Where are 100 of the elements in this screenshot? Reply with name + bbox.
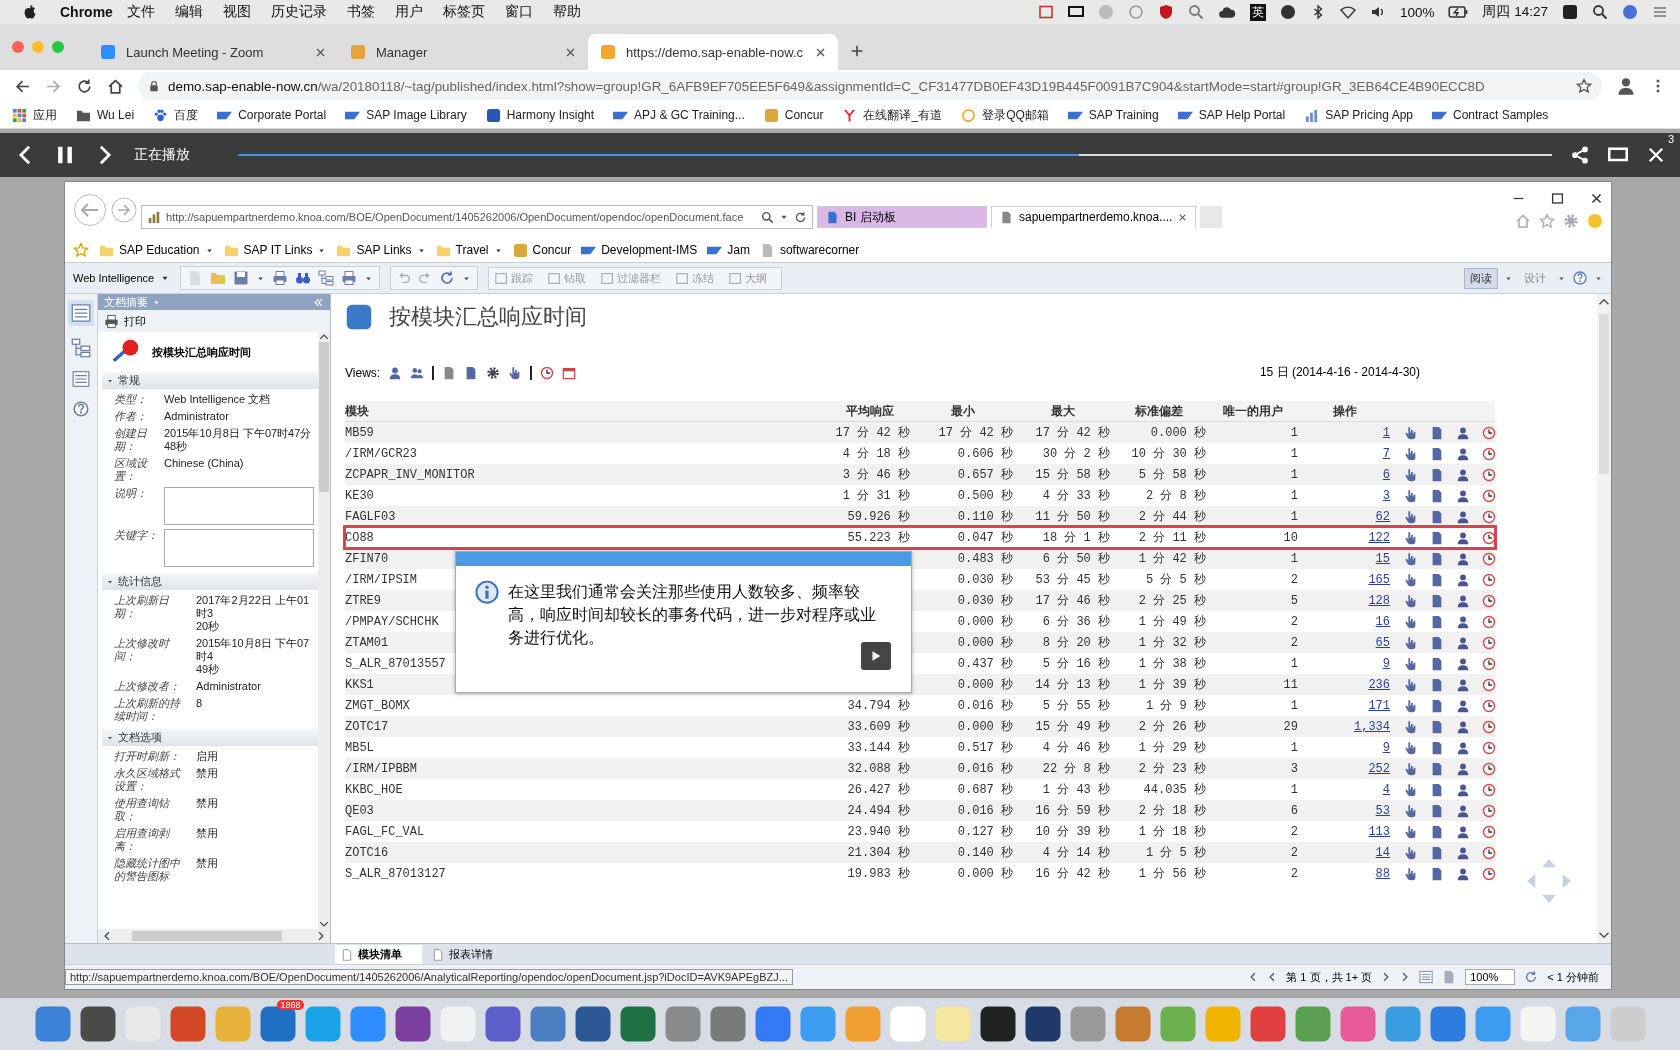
count-link[interactable]: 122 xyxy=(1368,530,1390,545)
menu-item[interactable]: 窗口 xyxy=(504,3,533,21)
menu-item[interactable]: 编辑 xyxy=(174,3,203,21)
table-cell-text: MB59 xyxy=(345,425,375,440)
table-cell-text: FAGLF03 xyxy=(345,509,397,524)
date-range: 15 日 (2014-4-16 - 2014-4-30) xyxy=(1259,364,1420,381)
count-link[interactable]: 128 xyxy=(1368,593,1390,608)
count-link[interactable]: 14 xyxy=(1375,845,1390,860)
table-cell-text: 1 xyxy=(1289,656,1299,671)
browser-tab[interactable]: sapuempartnerdemo.knoa.... xyxy=(991,206,1197,228)
property-label: 启用查询剥离： xyxy=(114,827,172,853)
count-link[interactable]: 16 xyxy=(1375,614,1390,629)
favorite-link[interactable]: Travel xyxy=(435,242,503,258)
report-tab[interactable]: 模块清单 xyxy=(335,945,422,964)
favorite-link[interactable]: softwarecorner xyxy=(759,242,860,258)
table-cell-text: 0.000 秒 xyxy=(956,614,1014,630)
count-link[interactable]: 113 xyxy=(1368,824,1390,839)
table-cell-text: 17 分 42 秒 xyxy=(1034,425,1111,441)
table-cell-text: 19.983 秒 xyxy=(846,866,911,882)
count-link[interactable]: 7 xyxy=(1382,446,1390,461)
table-cell-text: 22 分 8 秒 xyxy=(1041,761,1111,777)
bookmark[interactable]: 登录QQ邮箱 xyxy=(961,106,1049,124)
count-link[interactable]: 9 xyxy=(1382,656,1390,671)
zoom-dropdown[interactable]: 100% xyxy=(1465,969,1516,985)
menu-item[interactable]: 用户 xyxy=(394,3,423,21)
favorite-link[interactable]: Jam xyxy=(707,242,750,258)
table-cell-text: 16 分 42 秒 xyxy=(1034,866,1111,882)
table-cell-text: 2 分 26 秒 xyxy=(1137,719,1207,735)
favorite-link[interactable]: SAP IT Links xyxy=(223,242,327,258)
section-header[interactable]: 常规 xyxy=(102,372,318,389)
table-cell-text: 1 分 5 秒 xyxy=(1145,845,1207,861)
mode-button[interactable]: 阅读 xyxy=(1464,267,1498,289)
bookmark[interactable]: SAP Help Portal xyxy=(1177,107,1286,123)
bookmark[interactable]: Wu Lei xyxy=(76,107,135,123)
menu-item[interactable]: 文件 xyxy=(126,3,155,21)
count-link[interactable]: 1 xyxy=(1382,425,1390,440)
bookmark[interactable]: Harmony Insight xyxy=(485,107,595,123)
table-cell-text: 2 xyxy=(1289,845,1299,860)
bookmark[interactable]: APJ & GC Training... xyxy=(613,107,745,123)
count-link[interactable]: 236 xyxy=(1368,677,1390,692)
count-link[interactable]: 1,334 xyxy=(1354,719,1390,734)
count-link[interactable]: 3 xyxy=(1382,488,1390,503)
bookmark[interactable]: SAP Image Library xyxy=(345,107,467,123)
table-cell-text: 1 xyxy=(1289,740,1299,755)
bookmark[interactable]: Contract Samples xyxy=(1432,107,1549,123)
favorite-link[interactable]: SAP Links xyxy=(336,242,426,258)
menu-item[interactable]: 标签页 xyxy=(442,3,485,21)
bookmark[interactable]: 在线翻译_有道 xyxy=(842,106,943,124)
count-link[interactable]: 62 xyxy=(1375,509,1390,524)
print-button[interactable]: 打印 xyxy=(98,310,330,332)
count-link[interactable]: 165 xyxy=(1368,572,1390,587)
app-menu[interactable]: Chrome xyxy=(60,4,113,20)
address-field[interactable]: demo.sap-enable-now.cn/wa/20180118/~tag/published/index.html?show=group!GR_6AFB9EF705EE5F649&assignmentId=C_CF31477DB0EF43D19B445F0091B7C904&startMode=start#group!GR_3EB64CE4B90ECC8D xyxy=(138,72,1602,100)
count-link[interactable]: 171 xyxy=(1368,698,1390,713)
table-cell-text: 18 分 1 秒 xyxy=(1041,530,1111,546)
property-value: 禁用 xyxy=(196,797,219,811)
link-preview: http://sapuempartnerdemo.knoa.com/BOE/OpenDocument/1405262006/AnalyticalReporting/opendoc/openDocument.jsp?iDocID=AVK9APEgBZJ... xyxy=(65,969,793,985)
bookmark[interactable]: SAP Pricing App xyxy=(1304,107,1413,123)
table-cell-text: 1 分 56 秒 xyxy=(1137,866,1207,882)
bookmark[interactable]: 百度 xyxy=(153,106,199,124)
count-link[interactable]: 88 xyxy=(1375,866,1390,881)
table-cell-text: /IRM/GCR23 xyxy=(345,446,418,461)
section-header[interactable]: 统计信息 xyxy=(102,573,318,590)
table-cell-text: 0.437 秒 xyxy=(956,656,1014,672)
count-link[interactable]: 9 xyxy=(1382,740,1390,755)
input-method-indicator[interactable]: 英 xyxy=(1249,3,1266,21)
bookmark[interactable]: 应用 xyxy=(12,106,57,124)
table-cell-text: 1 xyxy=(1289,509,1299,524)
report-tab[interactable]: 报表详情 xyxy=(426,945,513,964)
count-link[interactable]: 15 xyxy=(1375,551,1390,566)
menu-item[interactable]: 历史记录 xyxy=(270,3,327,21)
property-label: 区域设置： xyxy=(114,457,149,483)
address-field[interactable]: http://sapuempartnerdemo.knoa.com/BOE/OpenDocument/1405262006/OpenDocument/opendoc/openDocument.face xyxy=(141,205,813,229)
report-title: 按模块汇总响应时间 xyxy=(389,303,587,331)
property-value: Web Intelligence 文档 xyxy=(164,393,272,406)
menu-item[interactable]: 书签 xyxy=(346,3,375,21)
count-link[interactable]: 53 xyxy=(1375,803,1390,818)
bookmark[interactable]: Corporate Portal xyxy=(217,107,327,123)
browser-tab[interactable]: BI 启动板 xyxy=(817,206,987,228)
product-menu[interactable]: Web Intelligence xyxy=(73,272,155,284)
favorite-link[interactable]: Development-IMS xyxy=(581,242,698,258)
notification-badge: 1868 xyxy=(277,1000,304,1010)
browser-tab[interactable]: Launch Meeting - Zoom xyxy=(88,34,338,70)
section-header[interactable]: 文档选项 xyxy=(102,729,318,746)
count-link[interactable]: 4 xyxy=(1382,782,1390,797)
table-cell-text: 2 分 18 秒 xyxy=(1137,803,1207,819)
table-cell-text: 6 分 50 秒 xyxy=(1041,551,1111,567)
table-cell-text: 0.000 秒 xyxy=(1149,425,1207,441)
count-link[interactable]: 6 xyxy=(1382,467,1390,482)
bookmark[interactable]: SAP Training xyxy=(1067,107,1159,123)
browser-tab[interactable]: https://demo.sap-enable-now.c xyxy=(588,34,838,70)
count-link[interactable]: 252 xyxy=(1368,761,1390,776)
menu-item[interactable]: 帮助 xyxy=(552,3,581,21)
favorite-link[interactable]: SAP Education xyxy=(99,242,214,258)
table-cell-text: MB5L xyxy=(345,740,375,755)
count-link[interactable]: 65 xyxy=(1375,635,1390,650)
bookmark[interactable]: Concur xyxy=(763,107,824,123)
menu-item[interactable]: 视图 xyxy=(222,3,251,21)
browser-tab[interactable]: Manager xyxy=(338,34,588,70)
favorite-link[interactable]: Concur xyxy=(512,242,572,258)
